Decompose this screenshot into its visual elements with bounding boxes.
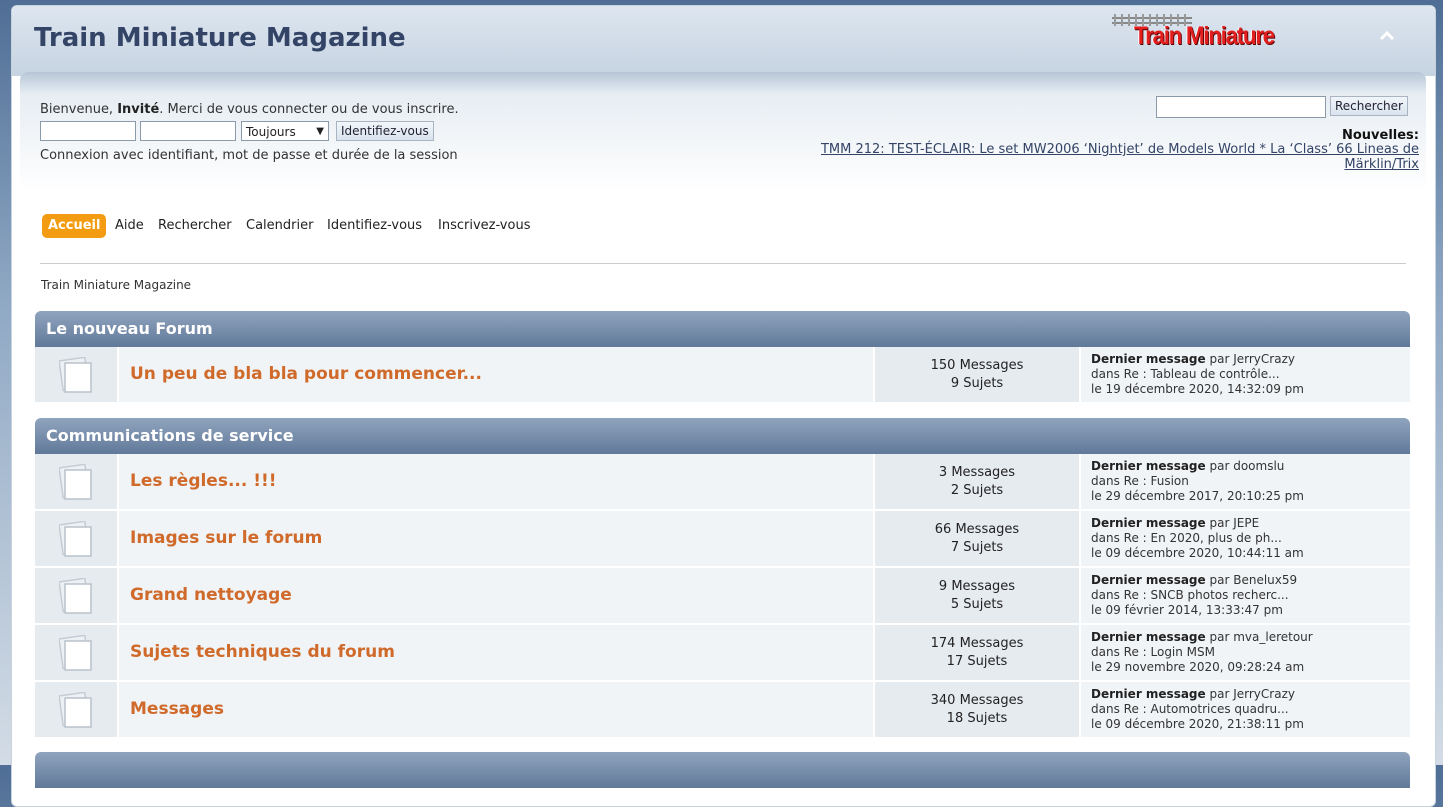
guest-name: Invité xyxy=(117,102,160,117)
board-link[interactable]: Messages xyxy=(130,699,224,719)
board-link[interactable]: Images sur le forum xyxy=(130,528,322,548)
last-post-topic[interactable]: dans Re : Fusion xyxy=(1091,474,1189,488)
news-label: Nouvelles: xyxy=(1341,128,1419,143)
last-post-label: Dernier message xyxy=(1091,516,1206,530)
last-post-author[interactable]: par JerryCrazy xyxy=(1210,352,1295,366)
last-post-label: Dernier message xyxy=(1091,573,1206,587)
message-count: 174 Messages xyxy=(930,636,1024,651)
topic-count: 18 Sujets xyxy=(946,711,1008,726)
message-count: 150 Messages xyxy=(930,358,1024,373)
category-title: Communications de service xyxy=(46,426,294,445)
board-row: Images sur le forum 66 Messages 7 Sujets … xyxy=(35,511,1410,566)
message-count: 3 Messages xyxy=(938,465,1016,480)
last-post-date: le 29 décembre 2017, 20:10:25 pm xyxy=(1091,489,1304,503)
category-title: Le nouveau Forum xyxy=(46,319,213,338)
breadcrumb[interactable]: Train Miniature Magazine xyxy=(41,278,191,292)
forum-frame: Train Miniature Magazine Train Miniature xyxy=(11,5,1436,807)
board-link[interactable]: Les règles... !!! xyxy=(130,471,277,491)
board-icon-cell xyxy=(35,347,117,402)
news-link[interactable]: TMM 212: TEST-ÉCLAIR: Le set MW2006 ‘Nig… xyxy=(799,142,1419,172)
board-link[interactable]: Un peu de bla bla pour commencer... xyxy=(130,364,482,384)
site-logo[interactable]: Train Miniature xyxy=(1112,11,1308,50)
last-post-topic[interactable]: dans Re : SNCB photos recherc... xyxy=(1091,588,1289,602)
login-button[interactable]: Identifiez-vous xyxy=(336,121,434,141)
chevron-up-icon xyxy=(1379,30,1395,41)
username-input[interactable] xyxy=(40,121,136,141)
last-post-label: Dernier message xyxy=(1091,459,1206,473)
session-hint: Connexion avec identifiant, mot de passe… xyxy=(40,148,458,163)
password-input[interactable] xyxy=(140,121,236,141)
logo-text: Train Miniature xyxy=(1134,22,1275,50)
board-stats-cell: 150 Messages 9 Sujets xyxy=(875,347,1079,402)
last-post-author[interactable]: par Benelux59 xyxy=(1210,573,1298,587)
category-header-new-forum[interactable]: Le nouveau Forum xyxy=(35,311,1410,347)
topic-count: 17 Sujets xyxy=(946,654,1008,669)
menu-divider xyxy=(40,263,1406,264)
search-input[interactable] xyxy=(1156,96,1326,118)
chevron-down-icon: ▼ xyxy=(316,126,324,137)
last-post-cell: Dernier message par JerryCrazy dans Re : … xyxy=(1081,347,1410,402)
topic-count: 9 Sujets xyxy=(950,376,1004,391)
category-header-next[interactable] xyxy=(35,752,1410,788)
board-no-new-posts-icon xyxy=(59,357,92,393)
board-no-new-posts-icon xyxy=(59,692,92,728)
message-count: 9 Messages xyxy=(938,579,1016,594)
board-row: Les règles... !!! 3 Messages 2 Sujets Der… xyxy=(35,454,1410,509)
board-no-new-posts-icon xyxy=(59,578,92,614)
nav-item-calendar[interactable]: Calendrier xyxy=(246,214,313,238)
topic-count: 2 Sujets xyxy=(950,483,1004,498)
last-post-date: le 09 décembre 2020, 21:38:11 pm xyxy=(1091,717,1304,731)
category-header-service[interactable]: Communications de service xyxy=(35,418,1410,454)
board-row: Un peu de bla bla pour commencer... 150 … xyxy=(35,347,1410,402)
last-post-author[interactable]: par JEPE xyxy=(1210,516,1260,530)
nav-item-home[interactable]: Accueil xyxy=(42,214,107,238)
message-count: 340 Messages xyxy=(930,693,1024,708)
last-post-label: Dernier message xyxy=(1091,687,1206,701)
board-row: Messages 340 Messages 18 Sujets Dernier m… xyxy=(35,682,1410,737)
last-post-author[interactable]: par mva_leretour xyxy=(1210,630,1313,644)
nav-item-login[interactable]: Identifiez-vous xyxy=(327,214,422,238)
last-post-topic[interactable]: dans Re : Tableau de contrôle... xyxy=(1091,367,1280,381)
search-button[interactable]: Rechercher xyxy=(1330,96,1408,116)
last-post-author[interactable]: par JerryCrazy xyxy=(1210,687,1295,701)
board-name-cell: Un peu de bla bla pour commencer... xyxy=(119,347,873,402)
collapse-header-button[interactable] xyxy=(1376,26,1398,46)
last-post-label: Dernier message xyxy=(1091,630,1206,644)
topic-count: 5 Sujets xyxy=(950,597,1004,612)
board-no-new-posts-icon xyxy=(59,521,92,557)
last-post-topic[interactable]: dans Re : En 2020, plus de ph... xyxy=(1091,531,1282,545)
nav-item-help[interactable]: Aide xyxy=(115,214,144,238)
session-length-select[interactable]: Toujours ▼ xyxy=(241,121,329,141)
last-post-date: le 19 décembre 2020, 14:32:09 pm xyxy=(1091,382,1304,396)
board-link[interactable]: Sujets techniques du forum xyxy=(130,642,395,662)
board-no-new-posts-icon xyxy=(59,464,92,500)
board-row: Grand nettoyage 9 Messages 5 Sujets Derni… xyxy=(35,568,1410,623)
board-no-new-posts-icon xyxy=(59,635,92,671)
top-bar: Train Miniature Magazine Train Miniature xyxy=(12,6,1435,76)
nav-item-search[interactable]: Rechercher xyxy=(158,214,232,238)
topic-count: 7 Sujets xyxy=(950,540,1004,555)
last-post-date: le 29 novembre 2020, 09:28:24 am xyxy=(1091,660,1305,674)
nav-item-register[interactable]: Inscrivez-vous xyxy=(438,214,530,238)
last-post-date: le 09 décembre 2020, 10:44:11 am xyxy=(1091,546,1304,560)
last-post-topic[interactable]: dans Re : Login MSM xyxy=(1091,645,1215,659)
last-post-label: Dernier message xyxy=(1091,352,1206,366)
last-post-author[interactable]: par doomslu xyxy=(1210,459,1285,473)
forum-title[interactable]: Train Miniature Magazine xyxy=(34,23,406,53)
board-row: Sujets techniques du forum 174 Messages 1… xyxy=(35,625,1410,680)
board-link[interactable]: Grand nettoyage xyxy=(130,585,292,605)
welcome-text: Bienvenue, Invité. Merci de vous connect… xyxy=(40,102,459,117)
message-count: 66 Messages xyxy=(934,522,1020,537)
last-post-date: le 09 février 2014, 13:33:47 pm xyxy=(1091,603,1283,617)
last-post-topic[interactable]: dans Re : Automotrices quadru... xyxy=(1091,702,1289,716)
